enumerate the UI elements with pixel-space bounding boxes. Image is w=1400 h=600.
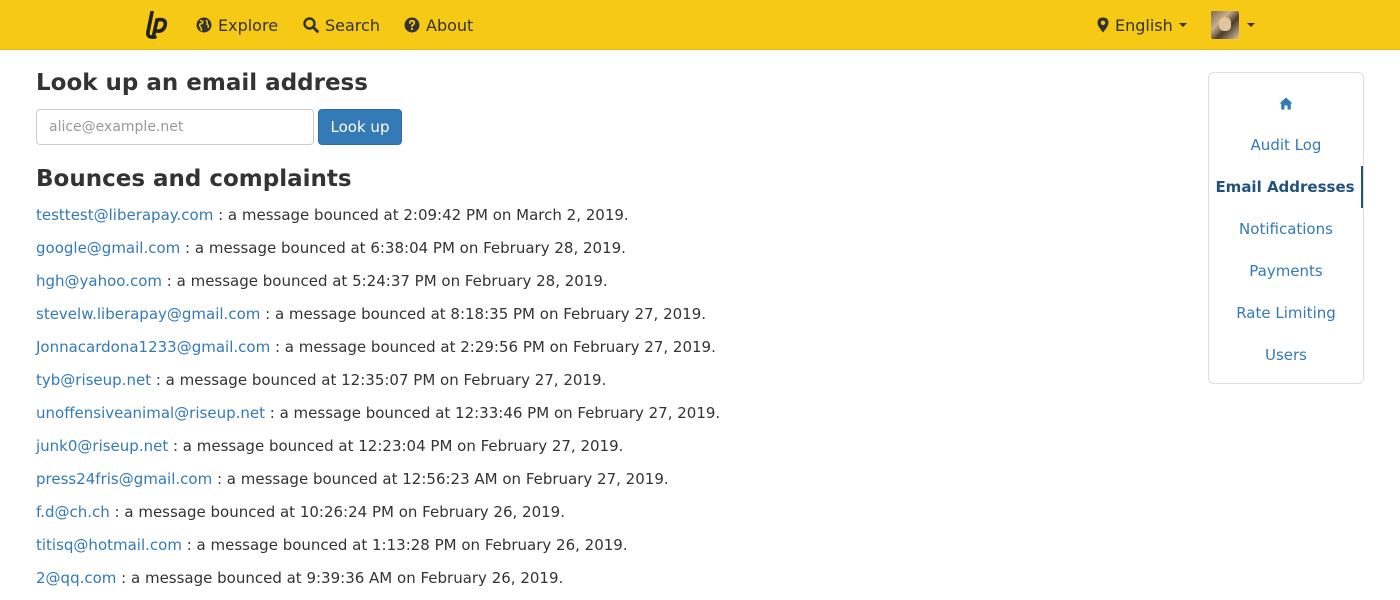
bounce-message: : a message bounced at 6:38:04 PM on Feb… [185, 239, 626, 257]
list-item: google@gmail.com : a message bounced at … [36, 234, 720, 267]
nav-explore[interactable]: Explore [196, 0, 278, 50]
bounce-message: : a message bounced at 1:13:28 PM on Feb… [186, 536, 628, 554]
list-item: Jonnacardona1233@gmail.com : a message b… [36, 333, 720, 366]
lookup-button[interactable]: Look up [318, 109, 402, 145]
list-item: 2@qq.com : a message bounced at 9:39:36 … [36, 564, 720, 597]
bounce-message: : a message bounced at 2:29:56 PM on Feb… [274, 338, 716, 356]
chevron-down-icon [1247, 23, 1255, 27]
email-link[interactable]: testtest@liberapay.com [36, 206, 213, 224]
bounce-message: : a message bounced at 12:56:23 AM on Fe… [216, 470, 669, 488]
email-link[interactable]: Jonnacardona1233@gmail.com [36, 338, 270, 356]
bounces-heading: Bounces and complaints [36, 166, 352, 192]
avatar [1211, 11, 1239, 39]
email-link[interactable]: junk0@riseup.net [36, 437, 168, 455]
user-menu-dropdown[interactable] [1211, 0, 1255, 50]
email-link[interactable]: google@gmail.com [36, 239, 180, 257]
sidebar-item-notifications[interactable]: Notifications [1209, 208, 1363, 250]
sidebar-item-email-addresses[interactable]: Email Addresses [1209, 166, 1363, 208]
sidebar-item-rate-limiting[interactable]: Rate Limiting [1209, 292, 1363, 334]
bounce-message: : a message bounced at 2:09:42 PM on Mar… [218, 206, 629, 224]
email-link[interactable]: unoffensiveanimal@riseup.net [36, 404, 265, 422]
list-item: stevelw.liberapay@gmail.com : a message … [36, 300, 720, 333]
bounce-message: : a message bounced at 8:18:35 PM on Feb… [265, 305, 707, 323]
sidebar-item-users[interactable]: Users [1209, 334, 1363, 376]
bounce-message: : a message bounced at 12:33:46 PM on Fe… [269, 404, 721, 422]
chevron-down-icon [1178, 23, 1187, 27]
top-navbar: Explore Search About English [0, 0, 1400, 50]
list-item: hgh@yahoo.com : a message bounced at 5:2… [36, 267, 720, 300]
nav-explore-label: Explore [218, 15, 279, 35]
bounce-message: : a message bounced at 10:26:24 PM on Fe… [114, 503, 565, 521]
email-link[interactable]: press24fris@gmail.com [36, 470, 212, 488]
nav-search-label: Search [325, 15, 380, 35]
sidebar-item-audit-log[interactable]: Audit Log [1209, 124, 1363, 166]
admin-sidebar: Audit Log Email Addresses Notifications … [1208, 72, 1364, 384]
liberapay-logo-icon[interactable] [143, 10, 169, 40]
email-link[interactable]: titisq@hotmail.com [36, 536, 182, 554]
email-link[interactable]: tyb@riseup.net [36, 371, 151, 389]
globe-icon [196, 17, 212, 33]
home-icon [1279, 97, 1293, 109]
nav-search[interactable]: Search [303, 0, 380, 50]
question-circle-icon [404, 17, 420, 33]
sidebar-item-home[interactable] [1209, 82, 1363, 124]
search-icon [303, 17, 319, 33]
list-item: junk0@riseup.net : a message bounced at … [36, 432, 720, 465]
sidebar-item-payments[interactable]: Payments [1209, 250, 1363, 292]
list-item: tyb@riseup.net : a message bounced at 12… [36, 366, 720, 399]
bounce-message: : a message bounced at 9:39:36 AM on Feb… [121, 569, 564, 587]
email-link[interactable]: 2@qq.com [36, 569, 116, 587]
email-link[interactable]: hgh@yahoo.com [36, 272, 162, 290]
nav-about-label: About [426, 15, 474, 35]
list-item: unoffensiveanimal@riseup.net : a message… [36, 399, 720, 432]
list-item: press24fris@gmail.com : a message bounce… [36, 465, 720, 498]
map-marker-icon [1097, 17, 1109, 33]
language-dropdown[interactable]: English [1097, 0, 1187, 50]
list-item: titisq@hotmail.com : a message bounced a… [36, 531, 720, 564]
bounce-message: : a message bounced at 12:23:04 PM on Fe… [172, 437, 624, 455]
list-item: testtest@liberapay.com : a message bounc… [36, 201, 720, 234]
bounce-message: : a message bounced at 12:35:07 PM on Fe… [155, 371, 607, 389]
bounce-list: testtest@liberapay.com : a message bounc… [36, 201, 720, 597]
nav-about[interactable]: About [404, 0, 473, 50]
list-item: f.d@ch.ch : a message bounced at 10:26:2… [36, 498, 720, 531]
email-lookup-input[interactable] [36, 109, 314, 145]
bounce-message: : a message bounced at 5:24:37 PM on Feb… [166, 272, 608, 290]
language-label: English [1115, 15, 1173, 35]
page-title: Look up an email address [36, 70, 368, 96]
email-link[interactable]: stevelw.liberapay@gmail.com [36, 305, 260, 323]
email-link[interactable]: f.d@ch.ch [36, 503, 110, 521]
